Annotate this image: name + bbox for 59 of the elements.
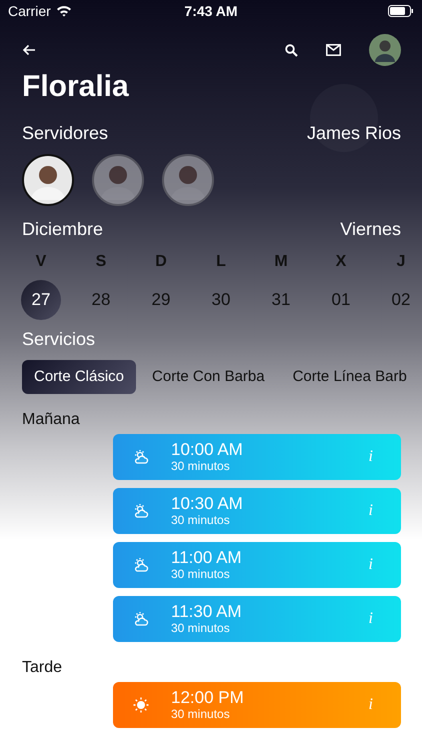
slot-duration: 30 minutos — [171, 621, 231, 635]
weekday-letter: V — [34, 252, 48, 272]
slot-time: 12:00 PM — [171, 689, 245, 707]
month-label: Diciembre — [22, 218, 104, 240]
session-label: Mañana — [21, 410, 81, 430]
slot-duration: 30 minutos — [171, 567, 231, 581]
date-button[interactable]: 31 — [261, 280, 301, 320]
weekday-letter: D — [154, 252, 168, 272]
date-button[interactable]: 27 — [21, 280, 61, 320]
partly-cloudy-icon — [133, 557, 149, 573]
slot-time: 11:00 AM — [171, 549, 243, 567]
weekday-letter: X — [334, 252, 348, 272]
date-button[interactable]: 02 — [381, 280, 421, 320]
section-label: Servidores — [22, 122, 108, 144]
back-arrow-icon[interactable] — [22, 44, 36, 56]
date-button[interactable]: 30 — [201, 280, 241, 320]
slot-duration: 30 minutos — [171, 459, 231, 473]
partly-cloudy-icon — [133, 611, 149, 627]
time-slot-card[interactable]: 11:30 AM 30 minutos i — [113, 596, 401, 642]
info-button[interactable]: i — [368, 556, 373, 574]
info-button[interactable]: i — [368, 696, 373, 714]
time-slot-card[interactable]: 11:00 AM 30 minutos i — [113, 542, 401, 588]
server-avatar[interactable] — [22, 154, 74, 206]
selected-server-name: James Rios — [306, 122, 401, 144]
weekday-letter: L — [215, 252, 227, 272]
date-button[interactable]: 28 — [81, 280, 121, 320]
slot-duration: 30 minutos — [171, 707, 231, 721]
time-slot-card[interactable]: 10:00 AM 30 minutos i — [113, 434, 401, 480]
profile-avatar[interactable] — [369, 34, 401, 66]
section-label: Servicios — [21, 328, 96, 350]
mail-icon[interactable] — [326, 44, 341, 56]
weekday-label: Viernes — [340, 218, 401, 240]
info-button[interactable]: i — [368, 448, 373, 466]
slot-duration: 30 minutos — [171, 513, 231, 527]
partly-cloudy-icon — [133, 503, 149, 519]
battery-icon — [388, 5, 414, 17]
slot-time: 11:30 AM — [171, 603, 243, 621]
time-slot-card[interactable]: 10:30 AM 30 minutos i — [113, 488, 401, 534]
weekday-letter: S — [94, 252, 108, 272]
partly-cloudy-icon — [133, 449, 149, 465]
sun-icon — [133, 697, 149, 713]
search-icon[interactable] — [285, 44, 298, 56]
weekday-letter: M — [273, 252, 289, 272]
info-button[interactable]: i — [368, 502, 373, 520]
time-slot-card[interactable]: 12:00 PM 30 minutos i — [113, 682, 401, 728]
session-label: Tarde — [21, 658, 64, 678]
shop-title: Floralia — [21, 70, 130, 105]
service-tab[interactable]: Corte Clásico — [22, 360, 136, 394]
slot-time: 10:30 AM — [171, 495, 244, 513]
slot-time: 10:00 AM — [171, 441, 244, 459]
service-tab[interactable]: Corte Línea Barb — [280, 360, 419, 394]
wifi-icon — [56, 5, 72, 17]
info-button[interactable]: i — [368, 610, 373, 628]
date-button[interactable]: 29 — [141, 280, 181, 320]
weekday-letter: J — [396, 252, 406, 272]
service-tab[interactable]: Corte Con Barba — [140, 360, 277, 394]
date-button[interactable]: 01 — [321, 280, 361, 320]
clock-label: 7:43 AM — [183, 3, 239, 19]
carrier-label: Carrier — [8, 3, 51, 19]
